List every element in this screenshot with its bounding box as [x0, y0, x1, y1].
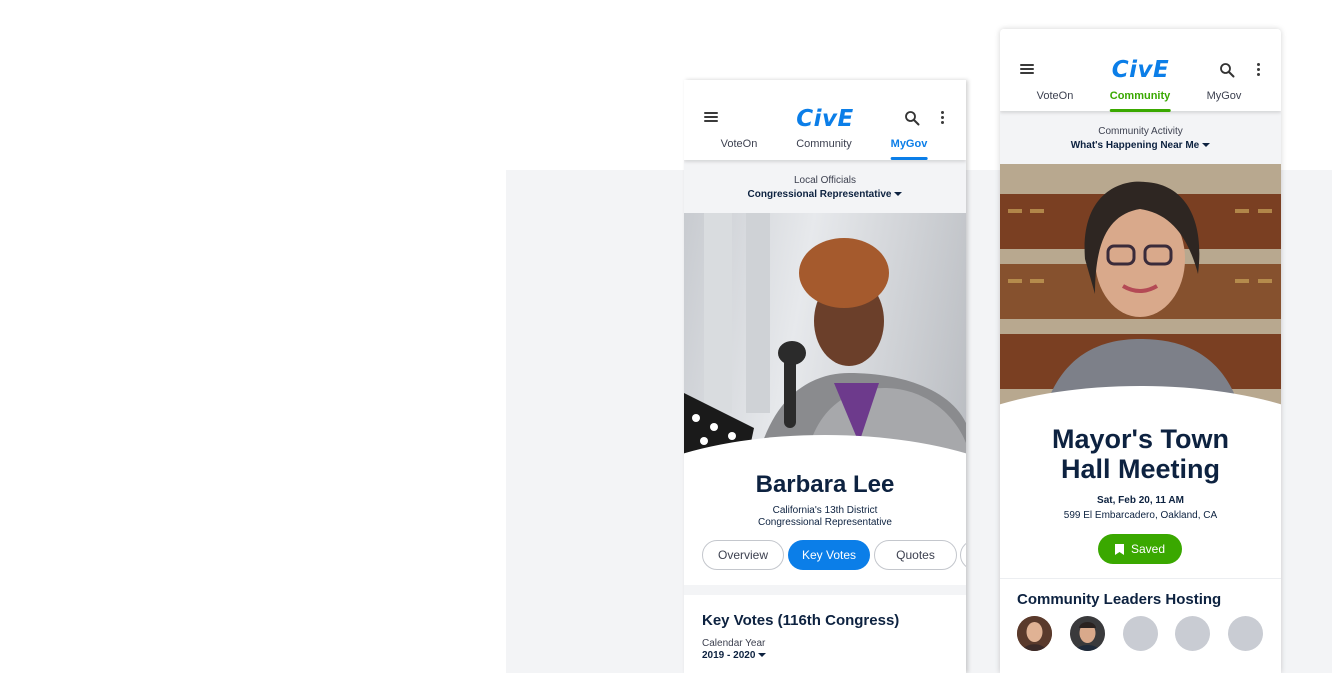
tab-mygov[interactable]: MyGov	[1207, 90, 1242, 112]
search-icon[interactable]	[1219, 62, 1235, 78]
year-filter-dropdown[interactable]: 2019 - 2020	[702, 650, 948, 661]
hosts-title: Community Leaders Hosting	[1017, 591, 1222, 608]
official-photo	[684, 213, 966, 475]
event-title: Mayor's Town Hall Meeting	[1052, 424, 1229, 484]
key-votes-section: Key Votes (116th Congress) Calendar Year…	[684, 595, 966, 661]
pill-key-votes[interactable]: Key Votes	[788, 540, 870, 570]
filter-label: Community Activity	[1098, 126, 1183, 137]
year-filter-label: Calendar Year	[702, 638, 766, 649]
official-district: California's 13th District	[772, 505, 878, 516]
active-tab-indicator	[1109, 109, 1171, 112]
caret-down-icon	[1202, 143, 1211, 148]
filter-dropdown[interactable]: Congressional Representative	[684, 189, 966, 200]
event-photo	[1000, 164, 1281, 426]
search-icon[interactable]	[904, 110, 920, 126]
host-avatar-image	[1017, 616, 1052, 651]
saved-button[interactable]: Saved	[1098, 534, 1182, 564]
tab-community[interactable]: Community	[1109, 90, 1171, 112]
tab-mygov[interactable]: MyGov	[890, 138, 928, 160]
host-avatar[interactable]	[1070, 616, 1105, 651]
officials-filter[interactable]: Local Officials Congressional Representa…	[684, 160, 966, 213]
host-avatar-placeholder[interactable]	[1123, 616, 1158, 651]
host-avatar-image	[1070, 616, 1105, 651]
official-name: Barbara Lee	[755, 471, 895, 498]
event-date: Sat, Feb 20, 11 AM	[1097, 495, 1184, 506]
hosts-section: Community Leaders Hosting	[1000, 579, 1281, 671]
caret-down-icon	[758, 653, 767, 658]
bookmark-icon	[1114, 543, 1124, 555]
caret-down-icon	[894, 192, 903, 197]
filter-label: Local Officials	[793, 175, 857, 186]
event-actions: Saved	[1000, 522, 1281, 572]
app-header: CivE VoteOn Community MyGov	[1000, 29, 1281, 112]
main-tabs: VoteOn Community MyGov	[684, 138, 966, 160]
section-divider	[1000, 572, 1281, 579]
tab-voteon[interactable]: VoteOn	[721, 138, 758, 160]
profile-pill-tabs: Overview Key Votes Quotes	[684, 529, 966, 585]
main-tabs: VoteOn Community MyGov	[1000, 90, 1281, 112]
host-avatar-placeholder[interactable]	[1228, 616, 1263, 651]
tab-community[interactable]: Community	[796, 138, 852, 160]
pill-quotes[interactable]: Quotes	[874, 540, 957, 570]
host-avatar[interactable]	[1017, 616, 1052, 651]
more-options-icon[interactable]	[941, 111, 945, 125]
event-address: 599 El Embarcadero, Oakland, CA	[1063, 510, 1218, 521]
community-screen: CivE VoteOn Community MyGov Community Ac…	[1000, 29, 1281, 673]
app-header: CivE VoteOn Community MyGov	[684, 80, 966, 160]
civ-logo: CivE	[1111, 57, 1170, 83]
tab-voteon[interactable]: VoteOn	[1037, 90, 1074, 112]
civ-logo: CivE	[796, 106, 854, 132]
key-votes-title: Key Votes (116th Congress)	[702, 612, 900, 629]
filter-dropdown[interactable]: What's Happening Near Me	[1000, 140, 1281, 151]
mygov-screen: CivE VoteOn Community MyGov Local Offici…	[684, 80, 966, 673]
official-title: Congressional Representative	[758, 517, 892, 528]
activity-filter[interactable]: Community Activity What's Happening Near…	[1000, 111, 1281, 164]
pill-more[interactable]	[960, 540, 966, 570]
section-divider	[684, 585, 966, 595]
active-tab-indicator	[890, 157, 928, 160]
host-avatar-placeholder[interactable]	[1175, 616, 1210, 651]
more-options-icon[interactable]	[1257, 63, 1261, 77]
pill-overview[interactable]: Overview	[702, 540, 784, 570]
